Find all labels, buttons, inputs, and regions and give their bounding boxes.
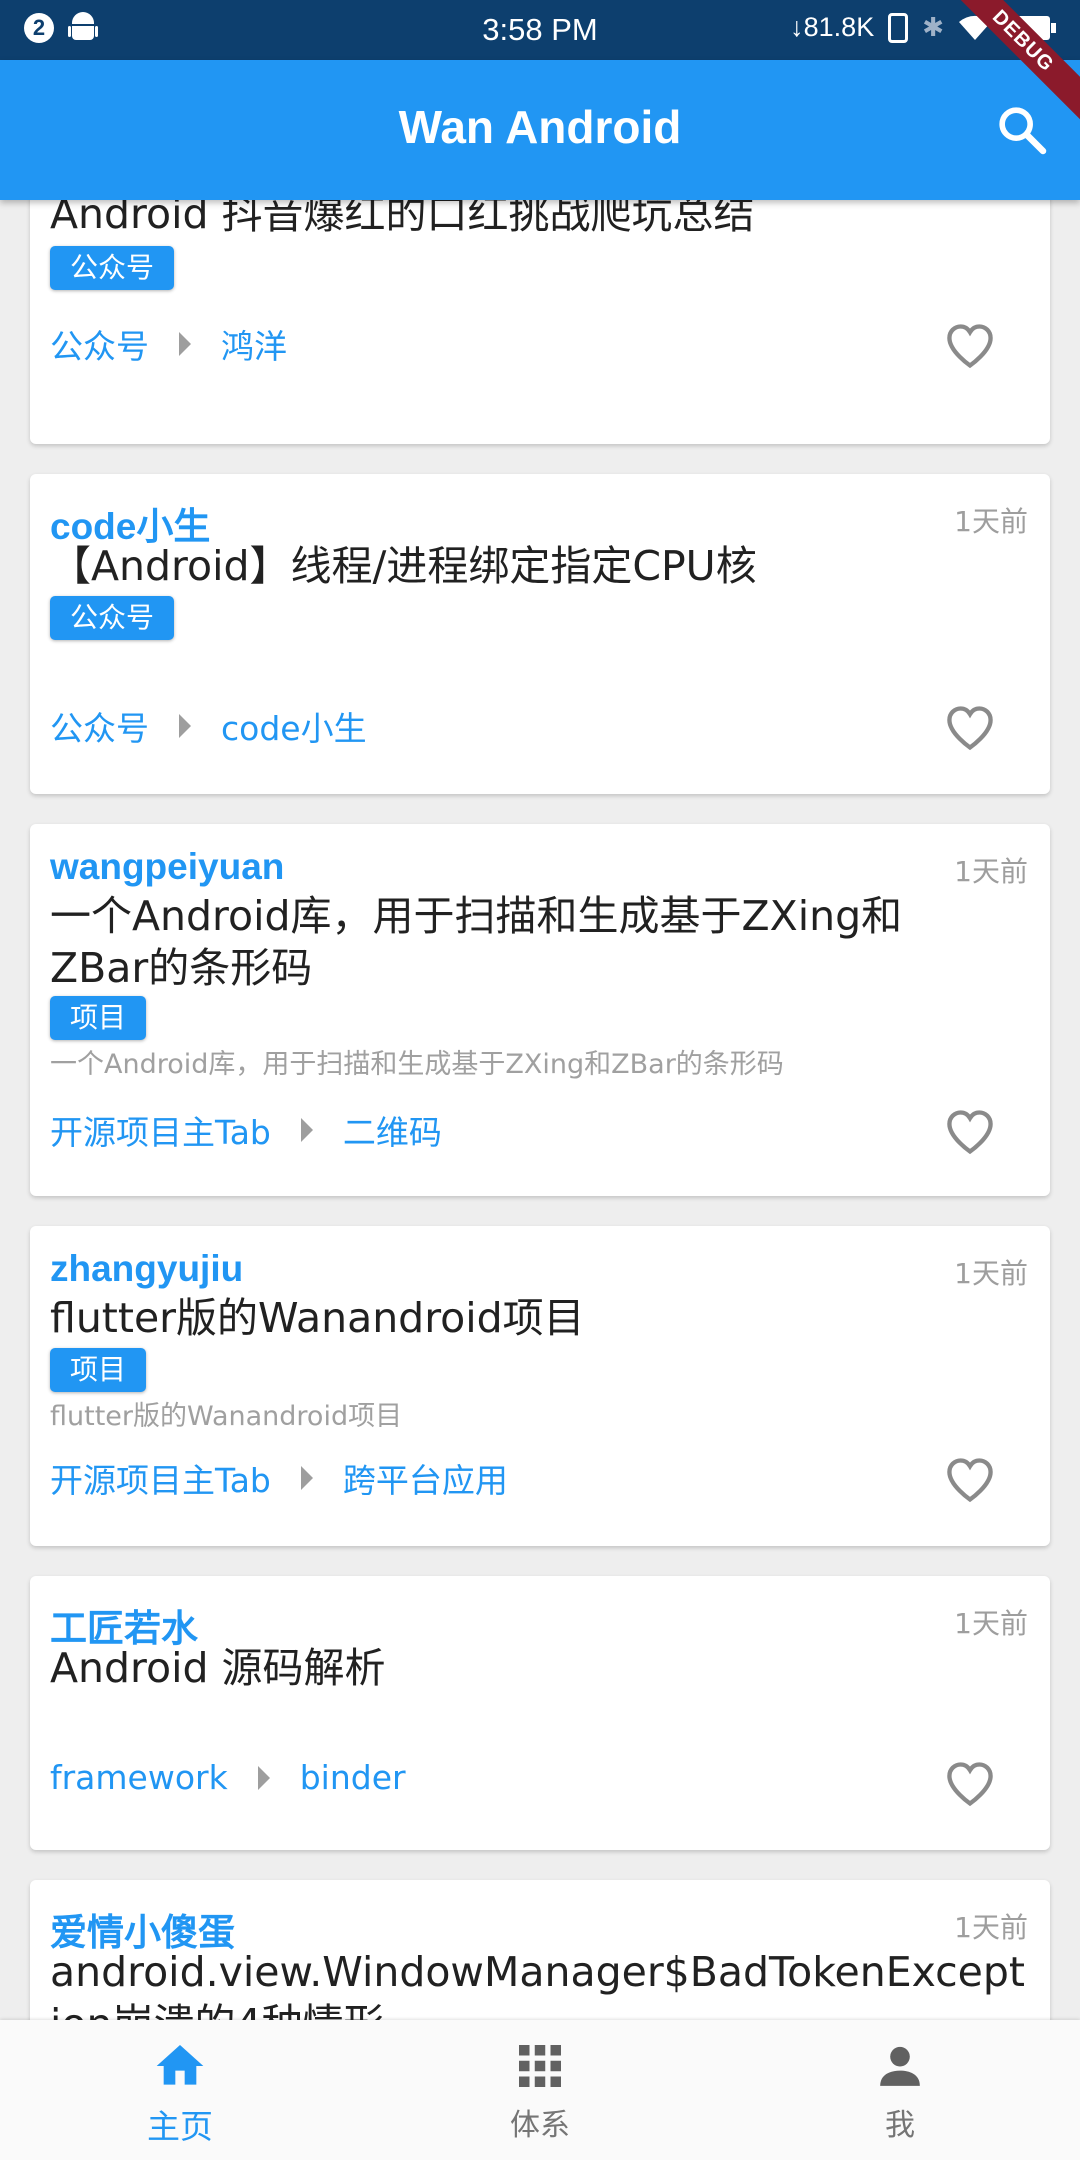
article-card[interactable]: zhangyujiu 1天前 flutter版的Wanandroid项目 项目 … <box>30 1226 1050 1546</box>
article-chapter[interactable]: 公众号 鸿洋 <box>50 320 287 368</box>
page-title: Wan Android <box>398 101 682 153</box>
sub-chapter-label: binder <box>299 1758 406 1797</box>
favorite-heart-icon[interactable] <box>942 320 998 372</box>
nav-label: 主页 <box>147 2107 213 2146</box>
chevron-right-icon <box>300 1118 313 1142</box>
app-bar: Wan Android <box>0 60 1080 200</box>
article-title: Android 源码解析 <box>50 1644 386 1692</box>
article-card[interactable]: 爱情小傻蛋 1天前 android.view.WindowManager$Bad… <box>30 1880 1050 2020</box>
bluetooth-icon: ✱ <box>922 12 944 42</box>
article-title: Android 抖音爆红的口红挑战爬坑总结 <box>50 200 755 238</box>
article-chapter[interactable]: 开源项目主Tab 跨平台应用 <box>50 1454 508 1502</box>
article-title: android.view.WindowManager$BadTokenExcep… <box>50 1948 1026 2020</box>
article-author[interactable]: wangpeiyuan <box>50 846 284 888</box>
sub-chapter-label: 二维码 <box>342 1113 442 1152</box>
person-icon <box>880 2046 920 2086</box>
sub-chapter-label: code小生 <box>221 709 367 748</box>
article-time: 1天前 <box>954 1257 1028 1290</box>
article-list[interactable]: Android 抖音爆红的口红挑战爬坑总结 公众号 公众号 鸿洋 code小生 … <box>0 200 1080 2020</box>
favorite-heart-icon[interactable] <box>942 1106 998 1158</box>
article-tag[interactable]: 公众号 <box>50 246 175 290</box>
search-icon[interactable] <box>994 102 1050 158</box>
article-desc: flutter版的Wanandroid项目 <box>50 1401 403 1432</box>
nav-label: 我 <box>885 2108 915 2143</box>
status-bar: 2 3:58 PM ↓81.8K ✱ <box>0 0 1080 60</box>
article-card[interactable]: wangpeiyuan 1天前 一个Android库，用于扫描和生成基于ZXin… <box>30 824 1050 1196</box>
chevron-right-icon <box>300 1466 313 1490</box>
article-title: flutter版的Wanandroid项目 <box>50 1294 585 1342</box>
favorite-heart-icon[interactable] <box>942 702 998 754</box>
nav-item-system[interactable]: 体系 <box>360 2020 720 2160</box>
article-tag[interactable]: 公众号 <box>50 596 175 640</box>
bottom-navigation: 主页 体系 我 <box>0 2020 1080 2160</box>
article-title: 一个Android库，用于扫描和生成基于ZXing和ZBar的条形码 <box>50 892 903 992</box>
vibrate-icon <box>888 12 909 43</box>
nav-label: 体系 <box>510 2108 570 2143</box>
chapter-label: 开源项目主Tab <box>50 1461 271 1500</box>
article-tag[interactable]: 项目 <box>50 996 147 1040</box>
chapter-label: 公众号 <box>50 327 149 366</box>
chapter-label: 开源项目主Tab <box>50 1113 271 1152</box>
chevron-right-icon <box>179 332 191 356</box>
article-desc: 一个Android库，用于扫描和生成基于ZXing和ZBar的条形码 <box>50 1049 784 1080</box>
article-card[interactable]: 工匠若水 1天前 Android 源码解析 framework binder <box>30 1576 1050 1850</box>
article-author[interactable]: zhangyujiu <box>50 1248 243 1290</box>
nav-item-me[interactable]: 我 <box>720 2020 1080 2160</box>
article-time: 1天前 <box>954 505 1028 538</box>
chapter-label: 公众号 <box>50 709 149 748</box>
grid-icon <box>519 2045 561 2087</box>
sub-chapter-label: 跨平台应用 <box>342 1461 508 1500</box>
article-time: 1天前 <box>954 855 1028 888</box>
article-chapter[interactable]: framework binder <box>50 1758 406 1797</box>
article-tag[interactable]: 项目 <box>50 1348 147 1392</box>
article-card[interactable]: Android 抖音爆红的口红挑战爬坑总结 公众号 公众号 鸿洋 <box>30 200 1050 444</box>
favorite-heart-icon[interactable] <box>942 1758 998 1810</box>
chevron-right-icon <box>257 1765 270 1790</box>
article-chapter[interactable]: 公众号 code小生 <box>50 702 367 750</box>
sub-chapter-label: 鸿洋 <box>221 327 287 366</box>
chapter-label: framework <box>50 1758 228 1797</box>
article-title: 【Android】线程/进程绑定指定CPU核 <box>50 542 757 590</box>
article-card[interactable]: code小生 1天前 【Android】线程/进程绑定指定CPU核 公众号 公众… <box>30 474 1050 794</box>
nav-item-home[interactable]: 主页 <box>0 2020 360 2160</box>
article-time: 1天前 <box>954 1911 1028 1944</box>
chevron-right-icon <box>179 714 191 738</box>
article-chapter[interactable]: 开源项目主Tab 二维码 <box>50 1106 442 1154</box>
home-icon <box>156 2045 204 2085</box>
favorite-heart-icon[interactable] <box>942 1454 998 1506</box>
article-time: 1天前 <box>954 1607 1028 1640</box>
download-speed: ↓81.8K <box>790 12 875 42</box>
